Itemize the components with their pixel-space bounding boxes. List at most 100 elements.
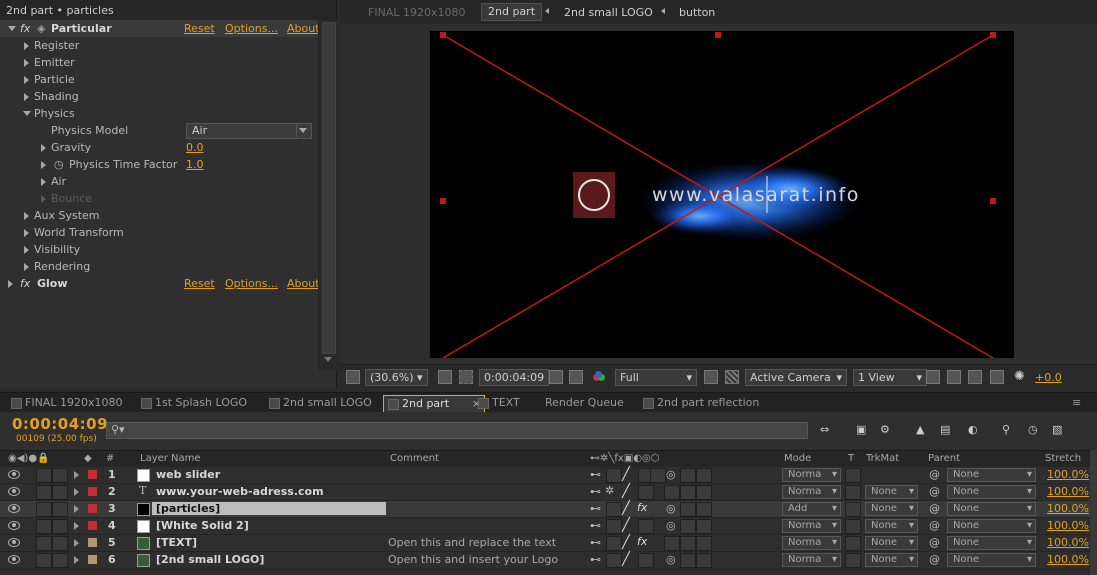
mode-select[interactable]: Norma ▾ — [782, 468, 841, 482]
label-color-chip[interactable] — [88, 470, 97, 479]
brainstorm-icon[interactable]: ⚲ — [1002, 423, 1010, 436]
collapse-switch[interactable] — [606, 502, 622, 517]
motion-blur-switch[interactable] — [696, 502, 712, 517]
reset-link[interactable]: Reset — [184, 275, 215, 292]
motion-blur-switch[interactable] — [696, 519, 712, 534]
expand-triangle-icon[interactable] — [74, 505, 79, 513]
preserve-transparency-switch[interactable] — [845, 502, 861, 517]
resolution-select[interactable]: Full ▾ — [615, 369, 697, 386]
effect-switch[interactable] — [638, 553, 654, 568]
timeline-tab-2nd-part-reflection[interactable]: 2nd part reflection — [639, 395, 759, 411]
expand-triangle-icon[interactable] — [24, 263, 29, 271]
preserve-transparency-switch[interactable] — [845, 519, 861, 534]
viewer-tab-2nd-part[interactable]: 2nd part — [481, 3, 543, 21]
pickwhip-icon[interactable]: @ — [929, 536, 940, 549]
label-color-chip[interactable] — [88, 555, 97, 564]
parent-select[interactable]: None ▾ — [947, 485, 1036, 499]
frame-blending-icon[interactable]: ▤ — [940, 423, 950, 436]
gravity-value[interactable]: 0.0 — [186, 139, 204, 156]
solo-switch[interactable] — [36, 536, 52, 551]
timeline-scrollbar[interactable] — [1090, 450, 1097, 575]
preserve-transparency-switch[interactable] — [845, 553, 861, 568]
preserve-transparency-switch[interactable] — [845, 536, 861, 551]
exposure-icon[interactable]: ✺ — [1014, 369, 1025, 384]
fx-icon[interactable]: fx — [637, 535, 647, 548]
mode-select[interactable]: Norma ▾ — [782, 553, 841, 567]
expand-triangle-icon[interactable] — [74, 471, 79, 479]
3d-switch[interactable] — [680, 502, 696, 517]
3d-switch[interactable] — [680, 485, 696, 500]
trkmat-select[interactable]: None ▾ — [865, 536, 918, 550]
expand-triangle-icon[interactable] — [74, 488, 79, 496]
trkmat-select[interactable]: None ▾ — [865, 502, 918, 516]
effect-panel-scrollbar[interactable] — [318, 20, 337, 370]
flowchart-icon[interactable] — [990, 370, 1004, 384]
effect-particular-row[interactable]: fx ◈ Particular Reset Options... About — [0, 20, 320, 37]
safe-margins-icon[interactable] — [459, 370, 473, 384]
pickwhip-icon[interactable]: @ — [929, 519, 940, 532]
lock-switch[interactable] — [52, 502, 68, 517]
group-world-transform[interactable]: World Transform — [0, 224, 318, 241]
expand-triangle-icon[interactable] — [24, 42, 29, 50]
column-comment[interactable]: Comment — [390, 453, 439, 464]
about-link[interactable]: About — [287, 20, 320, 37]
view-layout-select[interactable]: 1 View ▾ — [853, 369, 927, 386]
motion-blur-icon[interactable]: ◐ — [968, 423, 978, 436]
expand-triangle-icon[interactable] — [74, 556, 79, 564]
grid-overlay-icon[interactable] — [438, 370, 452, 384]
layer-comment[interactable]: Open this and replace the text — [388, 536, 556, 549]
physics-model-select[interactable]: Air — [186, 123, 312, 139]
label-color-chip[interactable] — [88, 538, 97, 547]
column-trkmat[interactable]: TrkMat — [866, 453, 899, 464]
quality-switch-icon[interactable]: ╱ — [622, 501, 630, 516]
preserve-transparency-switch[interactable] — [845, 468, 861, 483]
timeline-tab-final[interactable]: FINAL 1920x1080 — [7, 395, 122, 411]
layer-name[interactable]: [particles] — [152, 502, 386, 515]
expand-triangle-icon[interactable] — [41, 144, 46, 152]
column-mode[interactable]: Mode — [784, 453, 811, 464]
collapse-switch[interactable] — [606, 536, 622, 551]
timeline-tab-2nd-part[interactable]: 2nd part × — [383, 395, 485, 412]
parent-select[interactable]: None ▾ — [947, 519, 1036, 533]
group-aux-system[interactable]: Aux System — [0, 207, 318, 224]
layer-name[interactable]: [TEXT] — [156, 536, 197, 549]
viewer-timecode[interactable]: 0:00:04:09 — [479, 369, 550, 386]
eye-icon[interactable] — [8, 487, 20, 496]
3d-switch[interactable] — [680, 553, 696, 568]
shy-switch-icon[interactable]: ⊷ — [590, 536, 601, 549]
timeline-tab-1st-splash-logo[interactable]: 1st Splash LOGO — [137, 395, 247, 411]
av-features-header-icon[interactable]: ◉◀)●🔒 — [8, 453, 50, 464]
layer-handle[interactable] — [440, 32, 446, 38]
motion-blur-switch[interactable] — [696, 553, 712, 568]
layer-name[interactable]: www.your-web-adress.com — [156, 485, 324, 498]
timeline-timecode[interactable]: 0:00:04:09 — [12, 415, 108, 433]
group-register[interactable]: Register — [0, 37, 318, 54]
layer-name[interactable]: [White Solid 2] — [156, 519, 249, 532]
eye-icon[interactable] — [8, 504, 20, 513]
collapse-triangle-icon[interactable] — [23, 111, 31, 116]
group-air[interactable]: Air — [0, 173, 318, 190]
switches-header-icons[interactable]: ⊷✲╲fx▣◐◎⬡ — [590, 453, 659, 464]
auto-keyframe-icon[interactable]: ◷ — [1028, 423, 1038, 436]
eye-icon[interactable] — [8, 538, 20, 547]
adjustment-switch-icon[interactable]: ◎ — [666, 519, 676, 532]
motion-blur-switch[interactable] — [696, 485, 712, 500]
region-of-interest-icon[interactable] — [704, 370, 718, 384]
preserve-transparency-switch[interactable] — [845, 485, 861, 500]
lock-switch[interactable] — [52, 519, 68, 534]
motion-blur-switch[interactable] — [696, 468, 712, 483]
about-link[interactable]: About — [287, 275, 320, 292]
continuous-rasterize-icon[interactable]: ✲ — [605, 484, 614, 497]
color-channels-icon[interactable] — [593, 371, 605, 383]
layer-handle[interactable] — [715, 32, 721, 38]
column-number[interactable]: # — [106, 453, 114, 464]
group-physics[interactable]: Physics — [0, 105, 318, 122]
stopwatch-icon[interactable]: ◷ — [54, 156, 64, 173]
expand-triangle-icon[interactable] — [8, 280, 13, 288]
collapse-switch[interactable] — [606, 468, 622, 483]
quality-switch-icon[interactable]: ╱ — [622, 518, 630, 533]
lock-switch[interactable] — [52, 468, 68, 483]
group-rendering[interactable]: Rendering — [0, 258, 318, 275]
stretch-value[interactable]: 100.0% — [1047, 468, 1089, 481]
shy-switch-icon[interactable]: ⊷ — [590, 502, 601, 515]
